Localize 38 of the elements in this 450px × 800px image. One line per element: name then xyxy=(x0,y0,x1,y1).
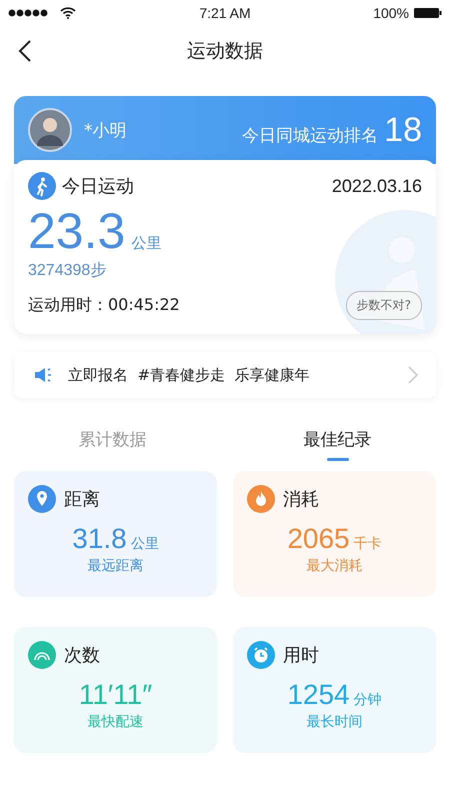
card-title: 消耗 xyxy=(283,488,319,511)
notice-text: 立即报名 #青春健步走 乐享健康年 xyxy=(68,366,311,384)
status-time: 7:21 AM xyxy=(199,5,251,21)
speaker-icon xyxy=(34,367,52,383)
wifi-icon xyxy=(60,7,76,19)
battery-percent: 100% xyxy=(373,5,409,21)
card-value: 2065 xyxy=(287,523,350,555)
step-count: 3274398步 xyxy=(28,260,106,281)
card-unit: 千卡 xyxy=(354,535,382,553)
avatar xyxy=(28,108,72,152)
wrong-steps-button[interactable]: 步数不对? xyxy=(346,291,422,320)
distance-value: 23.3 xyxy=(28,202,126,260)
tab[interactable]: 最佳纪录 xyxy=(225,422,450,461)
card-caption: 最快配速 xyxy=(88,713,144,731)
rank-value: 18 xyxy=(384,110,422,150)
card-title: 距离 xyxy=(64,488,100,511)
card-caption: 最长时间 xyxy=(306,713,362,731)
user-name: *小明 xyxy=(84,120,126,142)
card-value: 31.8 xyxy=(72,523,127,555)
card-caption: 最远距离 xyxy=(88,557,144,575)
card-title: 次数 xyxy=(64,644,100,667)
today-date: 2022.03.16 xyxy=(332,176,422,196)
distance-unit: 公里 xyxy=(131,234,162,253)
today-title: 今日运动 xyxy=(62,175,134,198)
chevron-right-icon xyxy=(408,366,418,384)
battery-icon xyxy=(414,7,442,19)
back-icon[interactable] xyxy=(18,39,32,63)
notice-bar[interactable]: 立即报名 #青春健步走 乐享健康年 xyxy=(14,352,436,398)
card-value: 11′11″ xyxy=(78,679,152,711)
exercise-duration: 运动用时：00:45:22 xyxy=(28,295,180,316)
card-caption: 最大消耗 xyxy=(306,557,362,575)
page-title: 运动数据 xyxy=(187,39,263,64)
card-title: 用时 xyxy=(283,644,319,667)
walking-icon xyxy=(28,172,56,200)
card-value: 1254 xyxy=(287,679,350,711)
card-unit: 分钟 xyxy=(354,691,382,709)
card-unit: 公里 xyxy=(130,535,159,553)
rank-label: 今日同城运动排名 xyxy=(242,124,378,146)
